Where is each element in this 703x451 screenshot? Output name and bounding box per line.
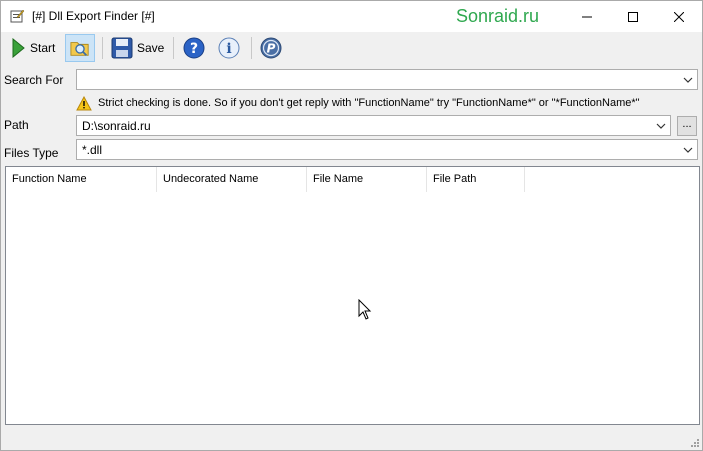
floppy-disk-icon <box>111 37 133 59</box>
chevron-down-icon <box>683 147 693 153</box>
maximize-icon <box>628 11 638 22</box>
save-button[interactable]: Save <box>107 34 168 62</box>
watermark-text: Sonraid.ru <box>456 6 540 26</box>
folder-search-icon <box>70 42 89 56</box>
files-type-combobox[interactable]: *.dll <box>76 139 698 160</box>
window-title: [#] Dll Export Finder [#] <box>32 9 155 23</box>
maximize-button[interactable] <box>610 1 656 32</box>
help-icon: ? <box>183 37 205 59</box>
svg-text:P: P <box>267 42 276 56</box>
chevron-down-icon <box>656 123 666 129</box>
close-icon <box>674 11 684 22</box>
column-header-file-path[interactable]: File Path <box>427 167 525 192</box>
svg-text:i: i <box>226 41 231 57</box>
search-for-label: Search For <box>4 73 64 87</box>
save-button-label: Save <box>137 41 165 55</box>
listview-header: Function Name Undecorated Name File Name… <box>6 167 699 192</box>
column-header-file-name[interactable]: File Name <box>307 167 427 192</box>
donate-button[interactable]: P <box>256 34 286 62</box>
svg-text:?: ? <box>190 41 198 57</box>
play-icon <box>12 38 25 58</box>
title-bar: [#] Dll Export Finder [#] Sonraid.ru <box>1 1 702 32</box>
results-listview[interactable]: Function Name Undecorated Name File Name… <box>5 166 700 425</box>
toolbar-separator <box>251 37 252 59</box>
browse-button[interactable]: ... <box>677 116 697 136</box>
column-header-function-name[interactable]: Function Name <box>6 167 157 192</box>
warning-text: Strict checking is done. So if you don't… <box>98 97 640 109</box>
about-button[interactable]: i <box>214 34 244 62</box>
strict-checking-warning: Strict checking is done. So if you don't… <box>76 94 640 112</box>
app-icon <box>9 8 25 24</box>
app-window: [#] Dll Export Finder [#] Sonraid.ru Sta… <box>0 0 703 451</box>
minimize-icon <box>582 16 592 17</box>
info-icon: i <box>218 37 240 59</box>
paypal-icon: P <box>260 37 282 59</box>
toolbar-separator <box>102 37 103 59</box>
start-button[interactable]: Start <box>6 34 59 62</box>
toolbar: Start Save ? i P <box>1 32 702 66</box>
path-combobox[interactable]: D:\sonraid.ru <box>76 115 671 136</box>
chevron-down-icon <box>683 77 693 83</box>
minimize-button[interactable] <box>564 1 610 32</box>
start-button-label: Start <box>30 41 56 55</box>
search-for-combobox[interactable] <box>76 69 698 90</box>
help-button[interactable]: ? <box>179 34 209 62</box>
path-label: Path <box>4 118 29 132</box>
path-value: D:\sonraid.ru <box>82 119 151 133</box>
files-type-label: Files Type <box>4 146 59 160</box>
files-type-value: *.dll <box>82 143 103 157</box>
find-button[interactable] <box>65 34 95 62</box>
mouse-cursor-icon <box>358 299 372 320</box>
column-header-undecorated-name[interactable]: Undecorated Name <box>157 167 307 192</box>
close-button[interactable] <box>656 1 702 32</box>
warning-icon <box>76 95 92 110</box>
resize-grip-icon[interactable] <box>689 437 699 447</box>
toolbar-separator <box>173 37 174 59</box>
